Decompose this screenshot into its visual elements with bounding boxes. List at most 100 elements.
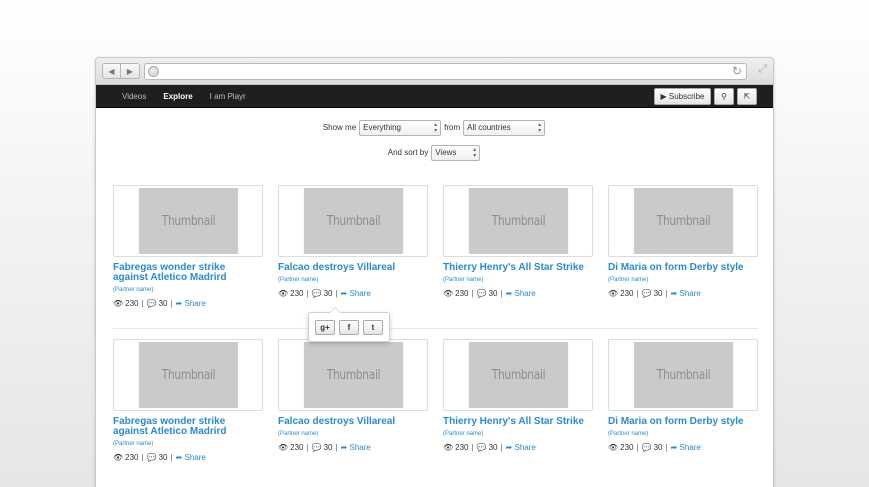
view-count: 230 [290, 289, 304, 298]
globe-icon [148, 66, 159, 77]
comment-icon: 💬 [476, 443, 487, 452]
video-stats: 👁 230 | 💬 30 | ➦ Share [278, 289, 428, 298]
video-title[interactable]: Di Maria on form Derby style [608, 263, 758, 273]
video-card[interactable]: Thumbnail Fabregas wonder strike against… [113, 185, 263, 308]
reload-icon[interactable]: ↻ [732, 64, 742, 78]
share-link[interactable]: ➦ Share [341, 443, 371, 452]
share-label: Share [184, 299, 206, 308]
separator: | [665, 443, 668, 452]
thumbnail-placeholder: Thumbnail [468, 188, 568, 254]
nav-link-i-am-playr[interactable]: I am Playr [210, 92, 246, 101]
thumbnail-frame[interactable]: Thumbnail [443, 185, 593, 257]
video-card[interactable]: Thumbnail Falcao destroys Villareal (Par… [278, 339, 428, 452]
partner-name[interactable]: (Partner name) [608, 431, 758, 437]
back-button[interactable]: ◀ [102, 63, 121, 79]
eye-icon: 👁 [278, 289, 289, 298]
show-me-select[interactable]: Everything ▴ ▾ [359, 119, 442, 136]
video-title[interactable]: Fabregas wonder strike against Atletico … [113, 263, 263, 283]
video-stats: 👁 230 | 💬 30 | ➦ Share [113, 453, 263, 462]
share-link[interactable]: ➦ Share [176, 299, 206, 308]
share-link[interactable]: ➦ Share [506, 289, 536, 298]
browser-window: ◀ ▶ ↻ ⤢ Videos Explore I am Playr ▶ Subs… [95, 57, 774, 487]
comment-count: 30 [488, 443, 498, 452]
partner-name[interactable]: (Partner name) [113, 287, 263, 293]
partner-name[interactable]: (Partner name) [443, 277, 593, 283]
share-link[interactable]: ➦ Share [341, 289, 371, 298]
thumbnail-frame[interactable]: Thumbnail [278, 339, 428, 411]
video-card[interactable]: Thumbnail Thierry Henry's All Star Strik… [443, 185, 593, 298]
partner-name[interactable]: (Partner name) [443, 431, 593, 437]
view-count: 230 [620, 289, 634, 298]
partner-name[interactable]: (Partner name) [278, 431, 428, 437]
comment-icon: 💬 [311, 443, 322, 452]
share-label: Share [679, 443, 701, 452]
view-count: 230 [620, 443, 634, 452]
video-title[interactable]: Di Maria on form Derby style [608, 417, 758, 427]
comment-count: 30 [653, 289, 663, 298]
share-popover: g+ f t [308, 307, 390, 342]
forward-icon: ▶ [126, 66, 134, 76]
thumbnail-frame[interactable]: Thumbnail [608, 339, 758, 411]
separator: | [665, 289, 668, 298]
forward-button[interactable]: ▶ [121, 63, 140, 79]
thumbnail-frame[interactable]: Thumbnail [113, 185, 263, 257]
google-plus-icon: g+ [320, 322, 330, 332]
filter-panel: Show me Everything ▴ ▾ from All countries… [96, 119, 773, 161]
share-link[interactable]: ➦ Share [671, 443, 701, 452]
comment-count: 30 [653, 443, 663, 452]
eye-icon: 👁 [443, 443, 454, 452]
share-label: Share [679, 289, 701, 298]
thumbnail-placeholder: Thumbnail [138, 188, 238, 254]
country-select[interactable]: All countries ▴ ▾ [463, 119, 546, 136]
thumbnail-frame[interactable]: Thumbnail [608, 185, 758, 257]
filter-row-sort: And sort by Views ▴ ▾ [96, 144, 773, 161]
from-label: from [444, 123, 461, 132]
video-title[interactable]: Falcao destroys Villareal [278, 417, 428, 427]
thumbnail-placeholder: Thumbnail [303, 188, 403, 254]
comment-icon: 💬 [311, 289, 322, 298]
separator: | [500, 443, 503, 452]
video-card[interactable]: Thumbnail Falcao destroys Villareal (Par… [278, 185, 428, 298]
partner-name[interactable]: (Partner name) [113, 441, 263, 447]
video-card[interactable]: Thumbnail Di Maria on form Derby style (… [608, 185, 758, 298]
separator: | [471, 289, 474, 298]
partner-name[interactable]: (Partner name) [278, 277, 428, 283]
separator: | [170, 299, 173, 308]
fullscreen-icon[interactable]: ⤢ [758, 63, 767, 76]
sort-select[interactable]: Views ▴ ▾ [431, 144, 481, 161]
video-stats: 👁 230 | 💬 30 | ➦ Share [443, 443, 593, 452]
thumbnail-frame[interactable]: Thumbnail [443, 339, 593, 411]
thumbnail-placeholder: Thumbnail [633, 342, 733, 408]
facebook-icon: f [347, 322, 351, 332]
share-link[interactable]: ➦ Share [176, 453, 206, 462]
nav-link-explore[interactable]: Explore [163, 92, 192, 101]
thumbnail-frame[interactable]: Thumbnail [113, 339, 263, 411]
separator: | [500, 289, 503, 298]
video-title[interactable]: Falcao destroys Villareal [278, 263, 428, 273]
google-plus-button[interactable]: g+ [315, 319, 335, 335]
thumbnail-placeholder: Thumbnail [138, 342, 238, 408]
video-card[interactable]: Thumbnail Di Maria on form Derby style (… [608, 339, 758, 452]
twitter-button[interactable]: t [363, 319, 383, 335]
subscribe-button[interactable]: ▶ Subscribe [654, 88, 711, 105]
nav-links: Videos Explore I am Playr [122, 85, 263, 108]
video-stats: 👁 230 | 💬 30 | ➦ Share [608, 443, 758, 452]
video-title[interactable]: Thierry Henry's All Star Strike [443, 263, 593, 273]
video-title[interactable]: Fabregas wonder strike against Atletico … [113, 417, 263, 437]
video-card[interactable]: Thumbnail Fabregas wonder strike against… [113, 339, 263, 462]
facebook-button[interactable]: f [339, 319, 359, 335]
share-link[interactable]: ➦ Share [671, 289, 701, 298]
address-bar[interactable]: ↻ [144, 63, 747, 80]
nav-link-videos[interactable]: Videos [122, 92, 146, 101]
thumbnail-placeholder: Thumbnail [633, 188, 733, 254]
video-card[interactable]: Thumbnail Thierry Henry's All Star Strik… [443, 339, 593, 452]
share-page-button[interactable]: ⇱ [737, 88, 757, 105]
separator: | [170, 453, 173, 462]
video-stats: 👁 230 | 💬 30 | ➦ Share [113, 299, 263, 308]
search-button[interactable]: ⚲ [714, 88, 734, 105]
partner-name[interactable]: (Partner name) [608, 277, 758, 283]
video-title[interactable]: Thierry Henry's All Star Strike [443, 417, 593, 427]
thumbnail-frame[interactable]: Thumbnail [278, 185, 428, 257]
share-link[interactable]: ➦ Share [506, 443, 536, 452]
comment-icon: 💬 [146, 299, 157, 308]
